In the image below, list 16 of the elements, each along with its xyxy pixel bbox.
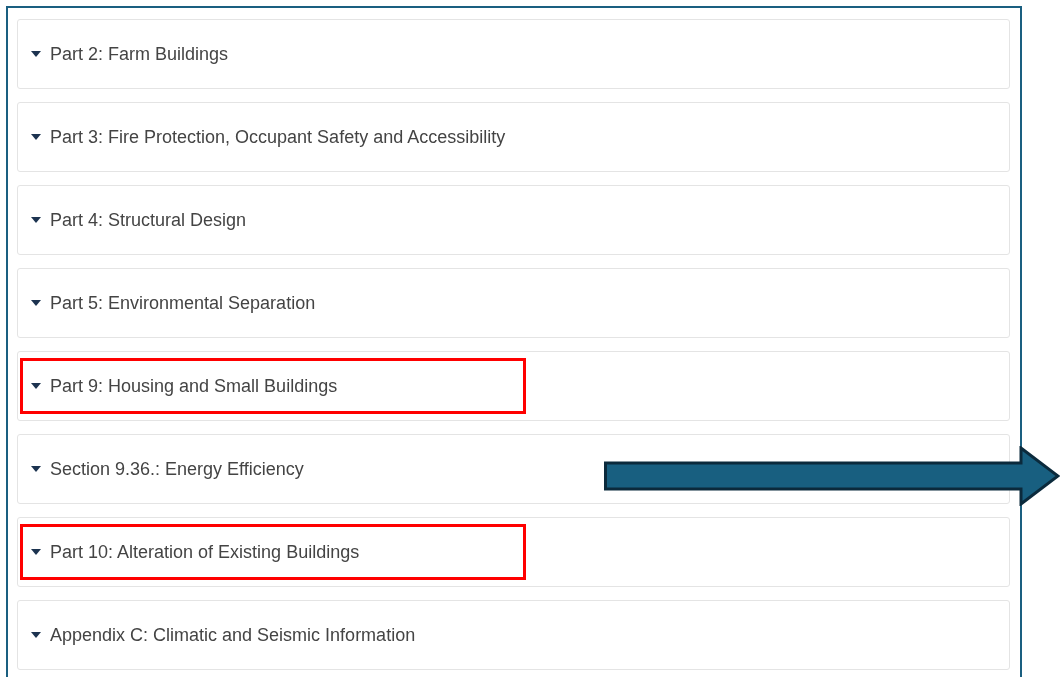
accordion-header[interactable]: Appendix C: Climatic and Seismic Information (20, 607, 526, 663)
caret-icon (31, 549, 41, 555)
accordion-header[interactable]: Part 5: Environmental Separation (20, 275, 526, 331)
accordion-header[interactable]: Part 9: Housing and Small Buildings (20, 358, 526, 414)
accordion-header[interactable]: Part 4: Structural Design (20, 192, 526, 248)
caret-icon (31, 217, 41, 223)
accordion-header[interactable]: Part 2: Farm Buildings (20, 26, 526, 82)
accordion-header[interactable]: Part 3: Fire Protection, Occupant Safety and Accessibility (20, 109, 526, 165)
caret-icon (31, 632, 41, 638)
caret-icon (31, 51, 41, 57)
caret-icon (31, 383, 41, 389)
accordion-header[interactable]: Part 10: Alteration of Existing Buildings (20, 524, 526, 580)
accordion-header[interactable]: Section 9.36.: Energy Efficiency (20, 441, 526, 497)
caret-icon (31, 300, 41, 306)
caret-icon (31, 134, 41, 140)
caret-icon (31, 466, 41, 472)
